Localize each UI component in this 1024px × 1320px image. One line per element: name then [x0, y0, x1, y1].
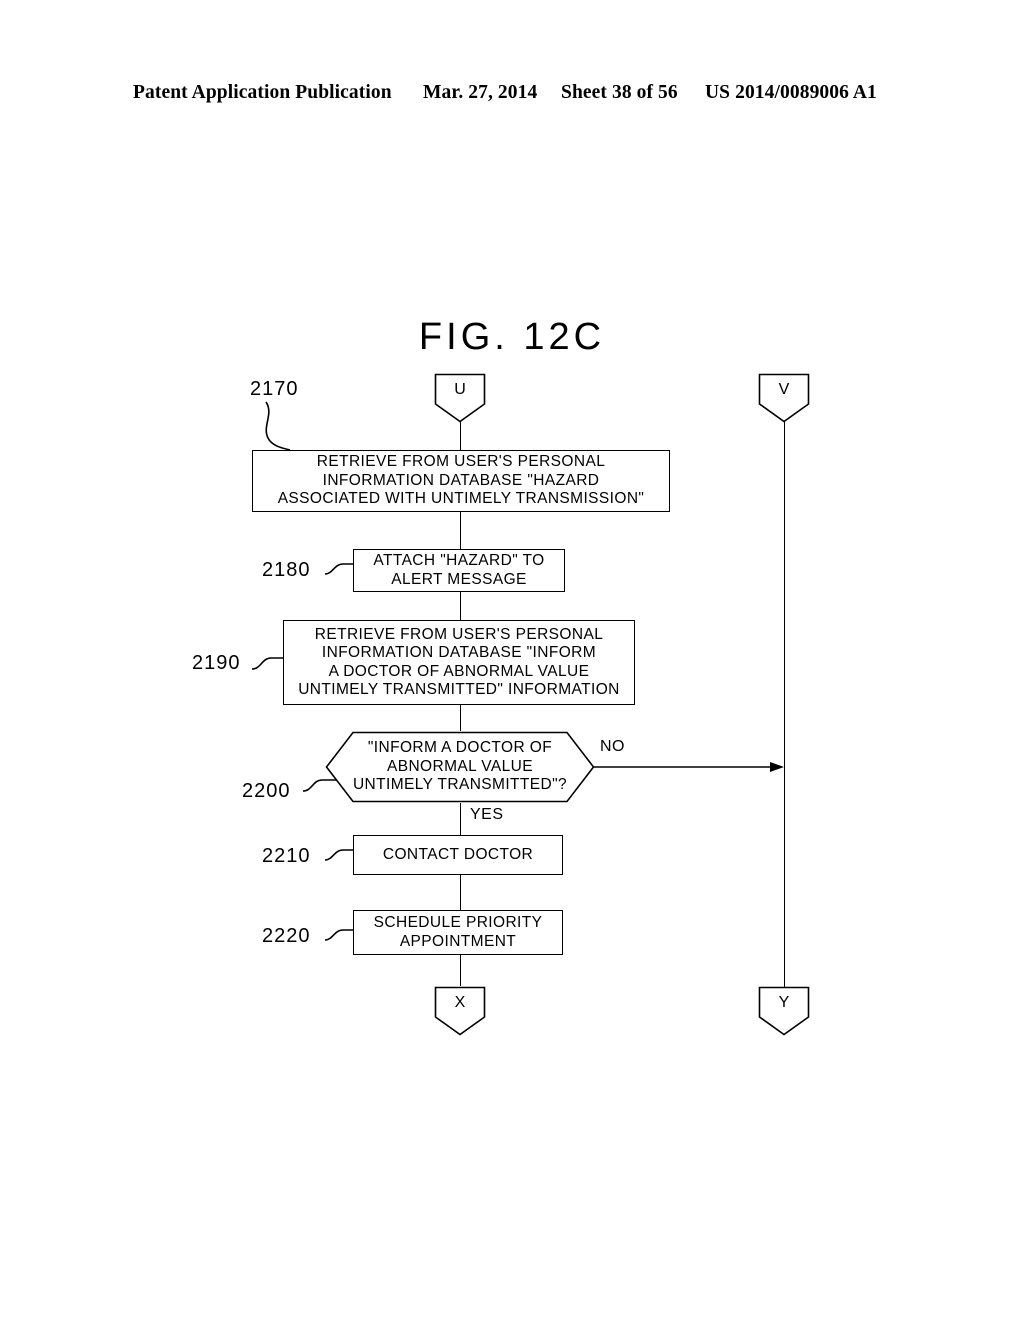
process-box-2190: RETRIEVE FROM USER'S PERSONAL INFORMATIO… [283, 620, 635, 705]
ref-label-2190: 2190 [192, 652, 241, 674]
flow-line-2210-to-2220 [460, 875, 461, 910]
connector-v-to-y-line [784, 421, 785, 994]
decision-box-2200-label: "INFORM A DOCTOR OF ABNORMAL VALUE UNTIM… [352, 739, 568, 794]
connector-y: Y [758, 986, 810, 1036]
ref-label-2180: 2180 [262, 559, 311, 581]
connector-v: V [758, 373, 810, 423]
flow-line-2170-to-2180 [460, 512, 461, 549]
process-box-2170: RETRIEVE FROM USER'S PERSONAL INFORMATIO… [252, 450, 670, 512]
flow-line-u-to-2170 [460, 421, 461, 451]
connector-v-label: V [778, 381, 790, 398]
connector-x: X [434, 986, 486, 1036]
flow-line-2190-to-2200 [460, 705, 461, 731]
ref-label-2220: 2220 [262, 925, 311, 947]
figure-12c: FIG. 12C U V 2170 RETRIEVE FROM USER'S P… [0, 0, 1024, 1320]
process-box-2180: ATTACH "HAZARD" TO ALERT MESSAGE [353, 549, 565, 592]
flow-line-2200-to-2210 [460, 803, 461, 835]
decision-box-2200: "INFORM A DOCTOR OF ABNORMAL VALUE UNTIM… [325, 731, 595, 803]
process-box-2210: CONTACT DOCTOR [353, 835, 563, 875]
branch-label-no: NO [600, 738, 625, 755]
connector-u-label: U [454, 381, 466, 398]
connector-y-label: Y [778, 994, 790, 1011]
connector-x-label: X [454, 994, 466, 1011]
connector-u: U [434, 373, 486, 423]
flow-line-2180-to-2190 [460, 592, 461, 620]
ref-label-2210: 2210 [262, 845, 311, 867]
ref-label-2170: 2170 [250, 378, 299, 400]
figure-title: FIG. 12C [418, 316, 606, 358]
flow-line-2220-to-x [460, 955, 461, 986]
flow-arrow-no-branch [594, 762, 784, 772]
process-box-2220: SCHEDULE PRIORITY APPOINTMENT [353, 910, 563, 955]
ref-label-2200: 2200 [242, 780, 291, 802]
branch-label-yes: YES [470, 806, 504, 823]
leader-line-2190 [252, 657, 285, 670]
